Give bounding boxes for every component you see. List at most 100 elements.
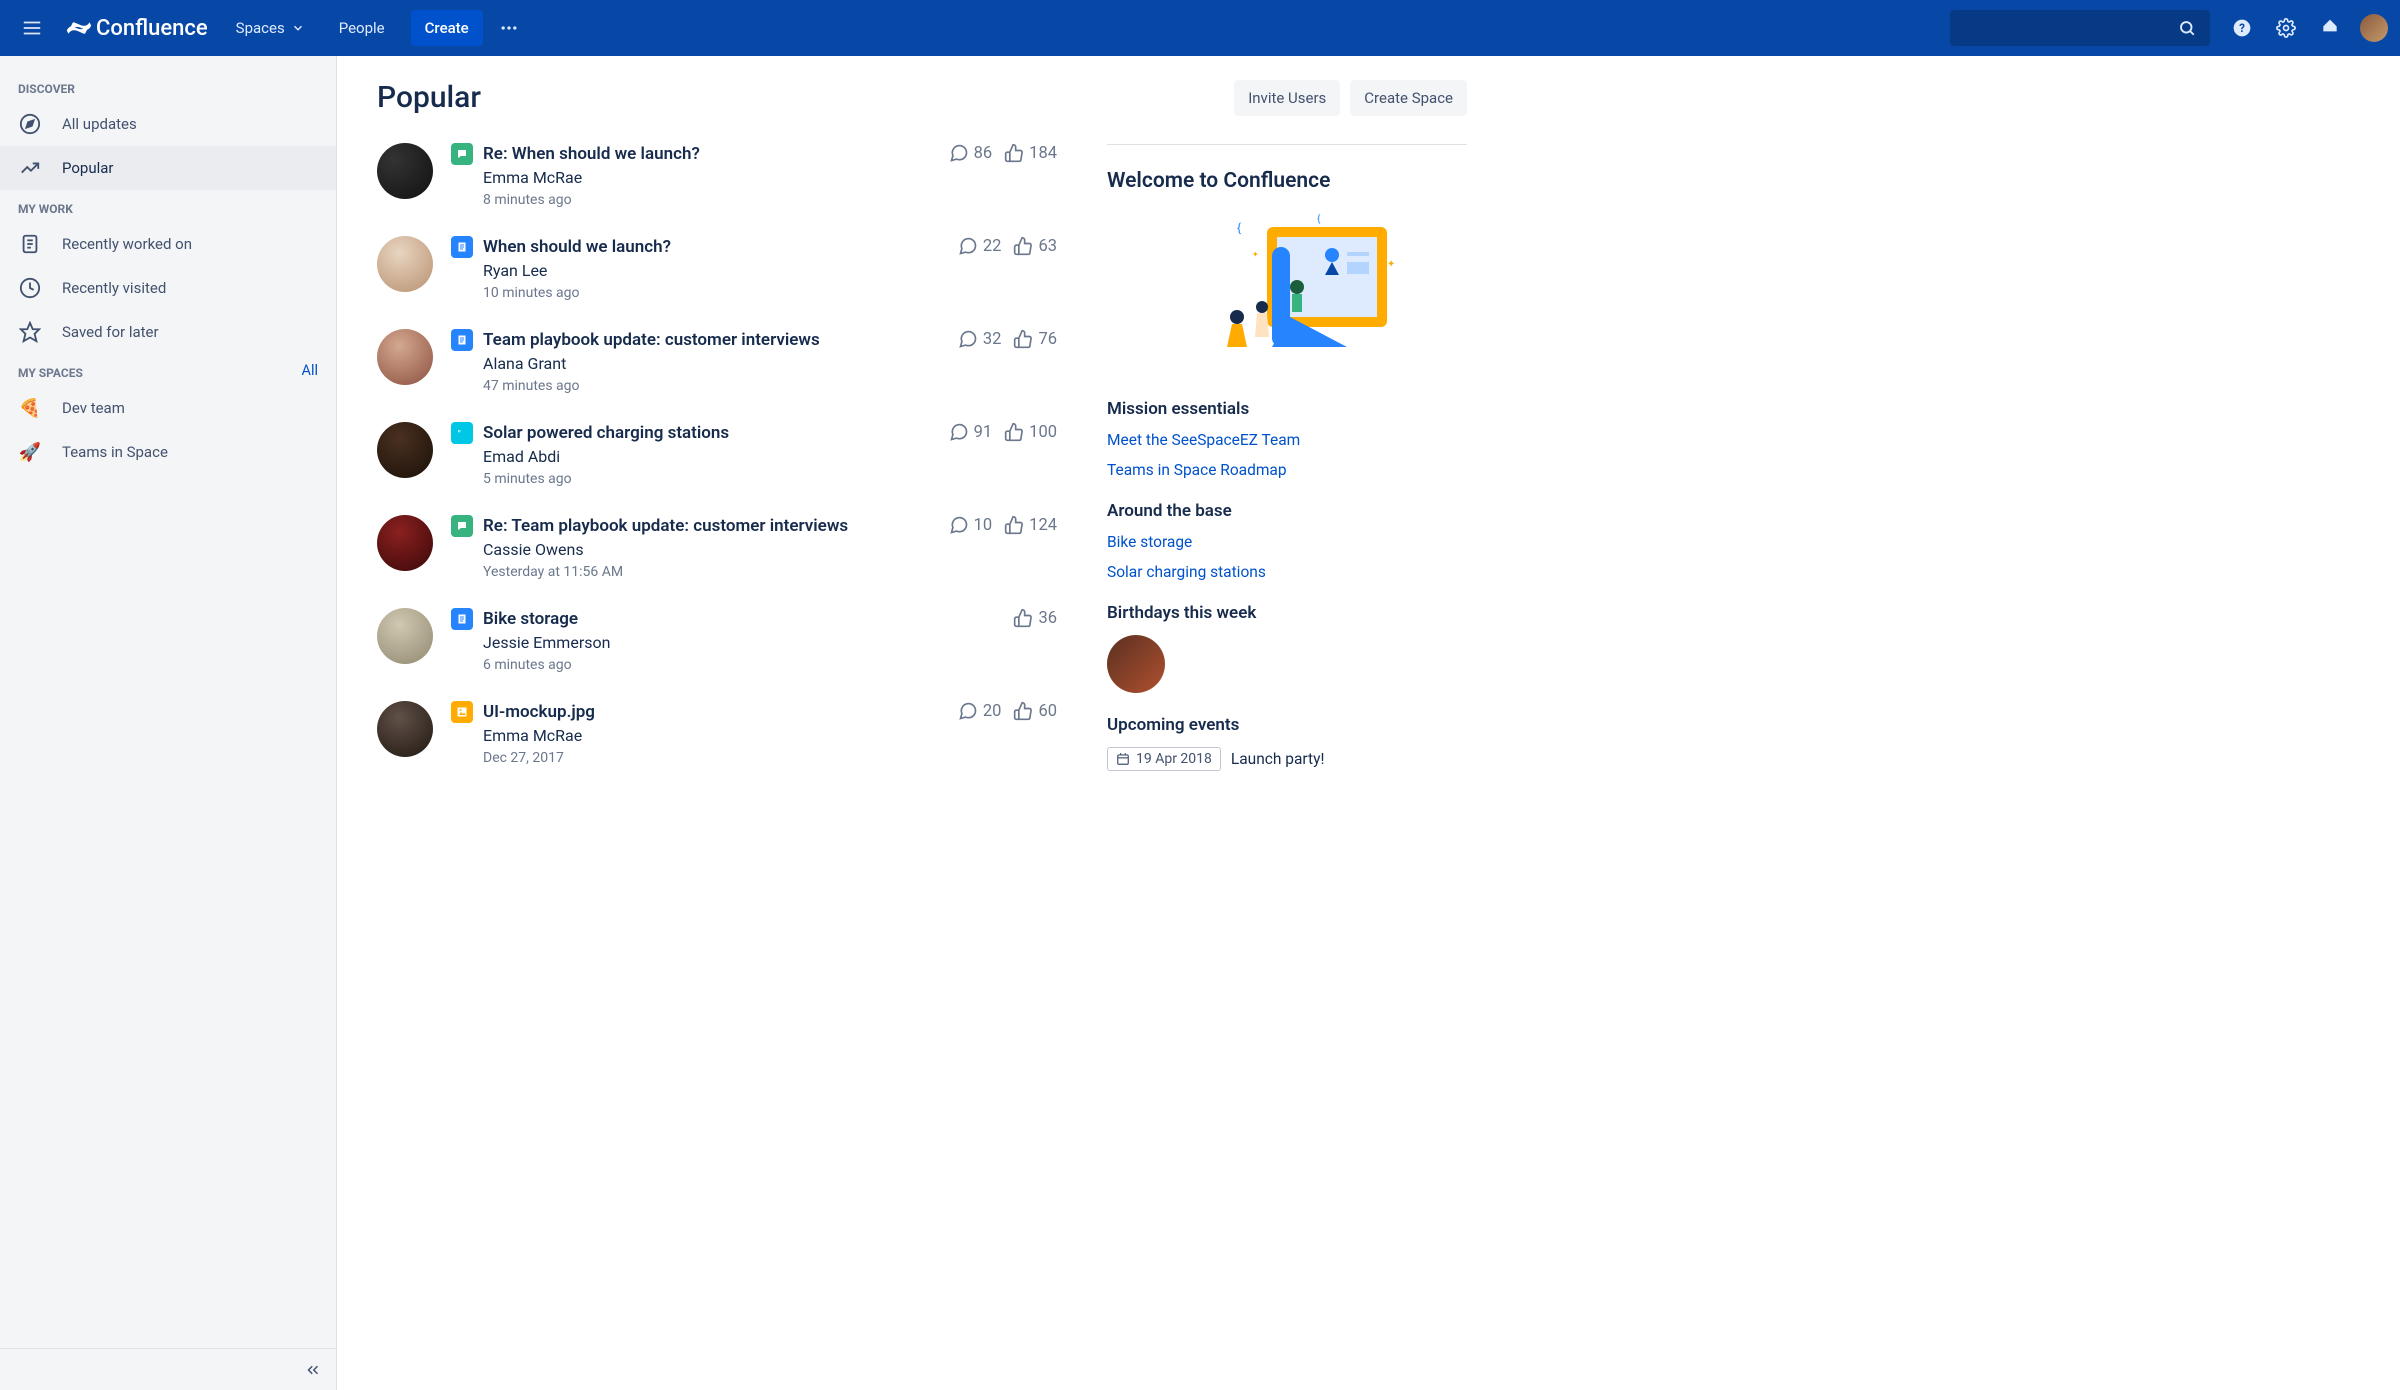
chevron-left-double-icon [304,1361,322,1379]
feed-item-time: 5 minutes ago [483,471,1057,487]
comment-count[interactable]: 20 [958,701,1002,721]
like-count[interactable]: 100 [1004,422,1057,442]
panel-link[interactable]: Bike storage [1107,533,1467,551]
create-space-button[interactable]: Create Space [1350,80,1467,116]
feed-item[interactable]: Re: Team playbook update: customer inter… [377,515,1057,580]
panel-heading-events: Upcoming events [1107,715,1467,735]
help-button[interactable]: ? [2222,8,2262,48]
sidebar-item-recently-worked[interactable]: Recently worked on [0,222,336,266]
feed-item-stats: 22 63 [958,236,1057,256]
feed-item-author[interactable]: Emma McRae [483,726,1057,745]
panel-link[interactable]: Meet the SeeSpaceEZ Team [1107,431,1467,449]
settings-button[interactable] [2266,8,2306,48]
like-count[interactable]: 184 [1004,143,1057,163]
feed-item-title[interactable]: Bike storage [483,609,578,629]
author-avatar[interactable] [377,608,433,664]
search-input[interactable] [1950,10,2210,46]
feed-item-title[interactable]: When should we launch? [483,237,671,257]
like-count[interactable]: 124 [1004,515,1057,535]
birthday-avatar[interactable] [1107,635,1165,693]
svg-text:✦: ✦ [1387,259,1395,270]
author-avatar[interactable] [377,422,433,478]
feed-item-author[interactable]: Alana Grant [483,354,1057,373]
feed-item-stats: 91 100 [949,422,1057,442]
confluence-logo[interactable]: Confluence [58,15,216,41]
feed-item-title[interactable]: UI-mockup.jpg [483,702,595,722]
feed-item-author[interactable]: Ryan Lee [483,261,1057,280]
feed-item[interactable]: Team playbook update: customer interview… [377,329,1057,394]
panel-heading-birthdays: Birthdays this week [1107,603,1467,623]
comment-count[interactable]: 86 [949,143,993,163]
author-avatar[interactable] [377,701,433,757]
feed-item-author[interactable]: Jessie Emmerson [483,633,1057,652]
feed-item[interactable]: UI-mockup.jpg Emma McRae Dec 27, 2017 20… [377,701,1057,766]
sidebar-space-teams-in-space[interactable]: 🚀 Teams in Space [0,430,336,474]
feed-item-title[interactable]: Re: When should we launch? [483,144,700,164]
global-header: Confluence Spaces People Create ? [0,0,2400,56]
rocket-icon: 🚀 [18,440,42,464]
sidebar-label-my-spaces: MY SPACES [0,354,101,386]
panel-link[interactable]: Solar charging stations [1107,563,1467,581]
comment-count[interactable]: 91 [949,422,993,442]
sidebar-item-saved[interactable]: Saved for later [0,310,336,354]
welcome-title: Welcome to Confluence [1107,169,1467,193]
divider [1107,144,1467,145]
author-avatar[interactable] [377,236,433,292]
feed-item-stats: 86 184 [949,143,1057,163]
sidebar-item-all-updates[interactable]: All updates [0,102,336,146]
feed-item-title[interactable]: Team playbook update: customer interview… [483,330,820,350]
notifications-button[interactable] [2310,8,2350,48]
feed-item-stats: 10 124 [949,515,1057,535]
author-avatar[interactable] [377,329,433,385]
more-actions-button[interactable] [489,8,529,48]
feed-item[interactable]: " Solar powered charging stations Emad A… [377,422,1057,487]
like-count[interactable]: 76 [1013,329,1057,349]
comment-count[interactable]: 22 [958,236,1002,256]
calendar-icon [1116,752,1130,766]
svg-text:{: { [1317,213,1321,225]
panel-heading-mission: Mission essentials [1107,399,1467,419]
feed-item-title[interactable]: Re: Team playbook update: customer inter… [483,516,848,536]
nav-spaces[interactable]: Spaces [222,8,319,48]
content-type-icon [451,329,473,351]
author-avatar[interactable] [377,143,433,199]
panel-link[interactable]: Teams in Space Roadmap [1107,461,1467,479]
header-left: Confluence Spaces People Create [12,8,529,48]
feed-item-title[interactable]: Solar powered charging stations [483,423,729,443]
sidebar: DISCOVER All updates Popular MY WORK Rec… [0,56,337,1390]
sidebar-space-dev-team[interactable]: 🍕 Dev team [0,386,336,430]
like-count[interactable]: 60 [1013,701,1057,721]
sidebar-item-popular[interactable]: Popular [0,146,336,190]
document-icon [18,232,42,256]
feed-item[interactable]: Re: When should we launch? Emma McRae 8 … [377,143,1057,208]
gear-icon [2276,18,2296,38]
like-count[interactable]: 36 [1013,608,1057,628]
event-date-badge[interactable]: 19 Apr 2018 [1107,747,1221,771]
app-switcher-button[interactable] [12,8,52,48]
content-type-icon [451,515,473,537]
feed-item[interactable]: Bike storage Jessie Emmerson 6 minutes a… [377,608,1057,673]
author-avatar[interactable] [377,515,433,571]
like-count[interactable]: 63 [1013,236,1057,256]
sidebar-item-recently-visited[interactable]: Recently visited [0,266,336,310]
content-type-icon [451,143,473,165]
feed-item-author[interactable]: Emad Abdi [483,447,1057,466]
create-button[interactable]: Create [411,10,483,46]
invite-users-button[interactable]: Invite Users [1234,80,1340,116]
user-avatar[interactable] [2360,14,2388,42]
comment-count[interactable]: 32 [958,329,1002,349]
svg-text:?: ? [2239,21,2245,35]
sidebar-collapse-button[interactable] [0,1348,336,1390]
sidebar-all-spaces-link[interactable]: All [301,362,318,379]
bell-icon [2320,18,2340,38]
feed-item-time: 47 minutes ago [483,378,1057,394]
nav-people[interactable]: People [325,8,399,48]
chevron-down-icon [291,21,305,35]
comment-count[interactable]: 10 [949,515,993,535]
welcome-illustration: { ✦ ✦ { [1177,207,1397,377]
feed-item-author[interactable]: Emma McRae [483,168,1057,187]
page-title: Popular [377,80,1057,115]
feed-item[interactable]: When should we launch? Ryan Lee 10 minut… [377,236,1057,301]
feed-item-author[interactable]: Cassie Owens [483,540,1057,559]
pizza-icon: 🍕 [18,396,42,420]
